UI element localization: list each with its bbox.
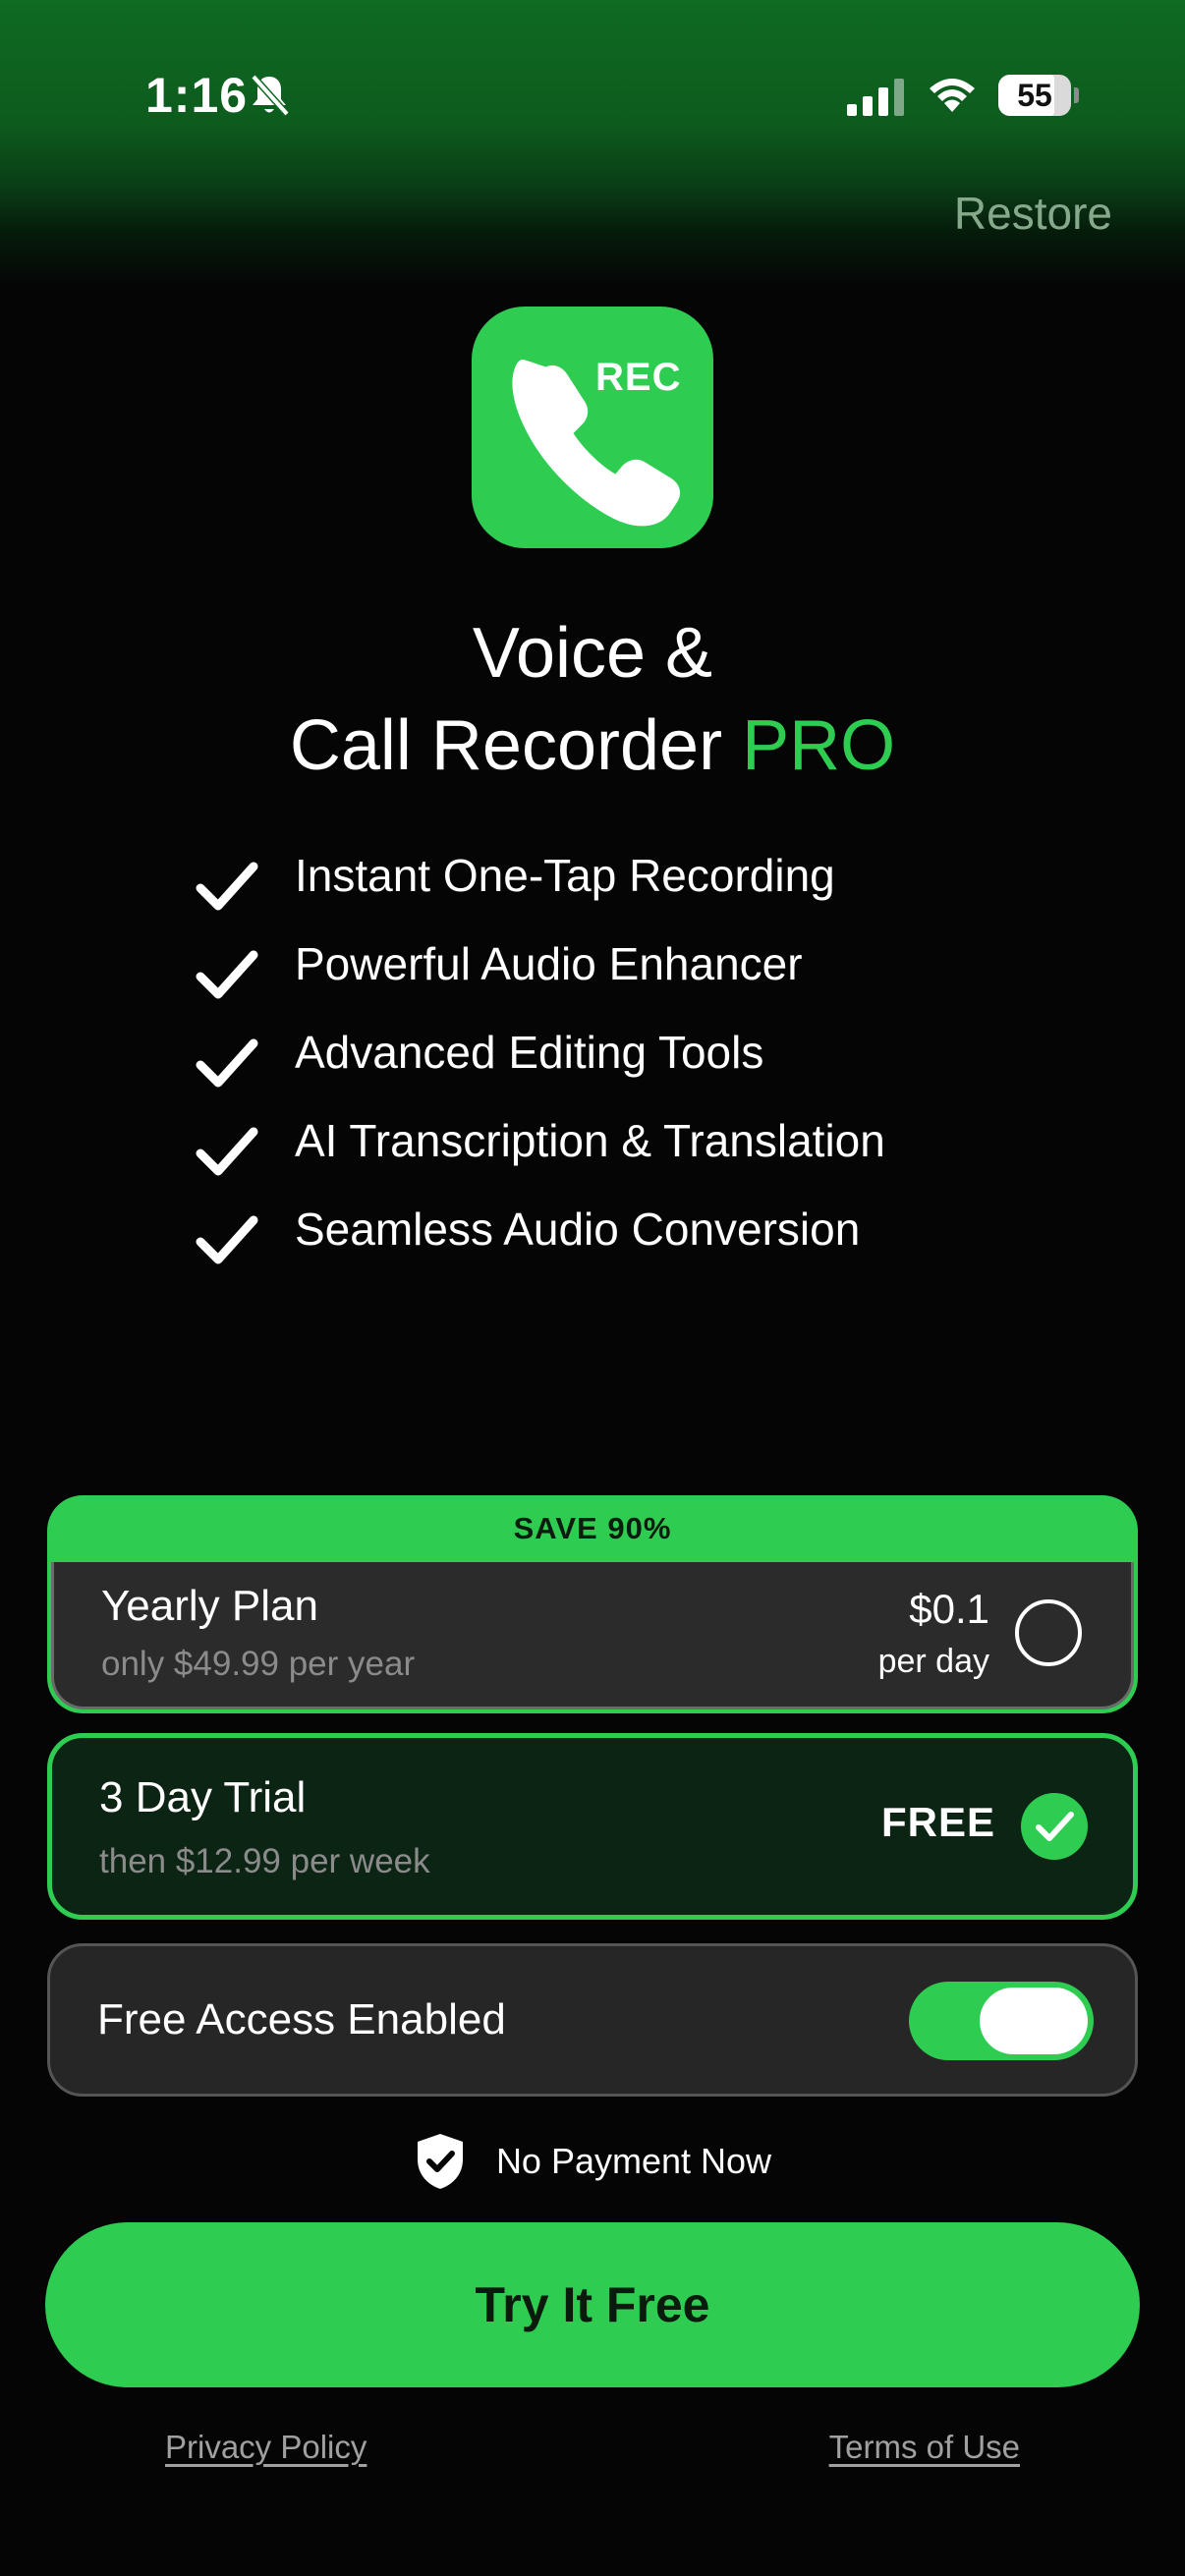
plan-name: 3 Day Trial	[99, 1773, 307, 1821]
checkmark-icon	[196, 862, 258, 911]
feature-text: Powerful Audio Enhancer	[295, 938, 803, 989]
wifi-icon	[930, 79, 975, 112]
plan-yearly-card[interactable]: SAVE 90% Yearly Plan only $49.99 per yea…	[47, 1495, 1138, 1713]
app-logo: REC	[472, 307, 713, 548]
status-time: 1:16	[145, 68, 249, 123]
plan-radio-selected[interactable]	[1021, 1793, 1088, 1860]
no-payment-note: No Payment Now	[0, 2132, 1185, 2195]
privacy-policy-link[interactable]: Privacy Policy	[165, 2429, 367, 2466]
plan-price: $0.1	[909, 1586, 989, 1632]
page-title-line2: Call Recorder PRO	[0, 700, 1185, 792]
restore-button[interactable]: Restore	[954, 187, 1112, 240]
free-access-row: Free Access Enabled	[47, 1943, 1138, 2097]
battery-percent: 55	[1017, 77, 1052, 113]
cellular-signal-icon	[847, 79, 904, 116]
phone-icon	[512, 360, 681, 527]
checkmark-icon	[1036, 1812, 1074, 1841]
no-payment-text: No Payment Now	[495, 2141, 772, 2181]
rec-badge: REC	[595, 356, 682, 399]
free-access-label: Free Access Enabled	[97, 1995, 506, 2044]
shield-check-icon	[417, 2134, 463, 2189]
feature-text: AI Transcription & Translation	[295, 1115, 885, 1166]
plan-subtitle: only $49.99 per year	[101, 1645, 416, 1683]
battery-icon: 55	[998, 75, 1071, 116]
save-banner: SAVE 90%	[513, 1511, 672, 1545]
feature-text: Advanced Editing Tools	[295, 1027, 764, 1078]
checkmark-icon	[196, 1038, 258, 1088]
plan-price: FREE	[880, 1799, 995, 1845]
title-main: Call Recorder	[289, 706, 743, 785]
page-title-line1: Voice &	[472, 614, 713, 693]
plan-price-unit: per day	[877, 1643, 989, 1680]
bell-off-icon	[251, 74, 290, 117]
plan-radio-unselected[interactable]	[1015, 1599, 1082, 1666]
checkmark-icon	[196, 950, 258, 999]
try-it-free-button[interactable]: Try It Free	[45, 2222, 1140, 2387]
title-pro-accent: PRO	[742, 706, 896, 785]
terms-of-use-link[interactable]: Terms of Use	[829, 2429, 1020, 2466]
checkmark-icon	[196, 1127, 258, 1176]
plan-name: Yearly Plan	[101, 1582, 318, 1630]
battery-nub	[1074, 87, 1079, 103]
toggle-knob	[980, 1988, 1088, 2054]
feature-text: Instant One-Tap Recording	[295, 850, 835, 901]
checkmark-icon	[196, 1215, 258, 1264]
plan-yearly-body: Yearly Plan only $49.99 per year $0.1 pe…	[51, 1562, 1134, 1709]
plan-subtitle: then $12.99 per week	[99, 1842, 430, 1880]
feature-text: Seamless Audio Conversion	[295, 1204, 861, 1255]
free-access-toggle[interactable]	[909, 1982, 1094, 2060]
plan-trial-card[interactable]: 3 Day Trial then $12.99 per week FREE	[47, 1733, 1138, 1920]
